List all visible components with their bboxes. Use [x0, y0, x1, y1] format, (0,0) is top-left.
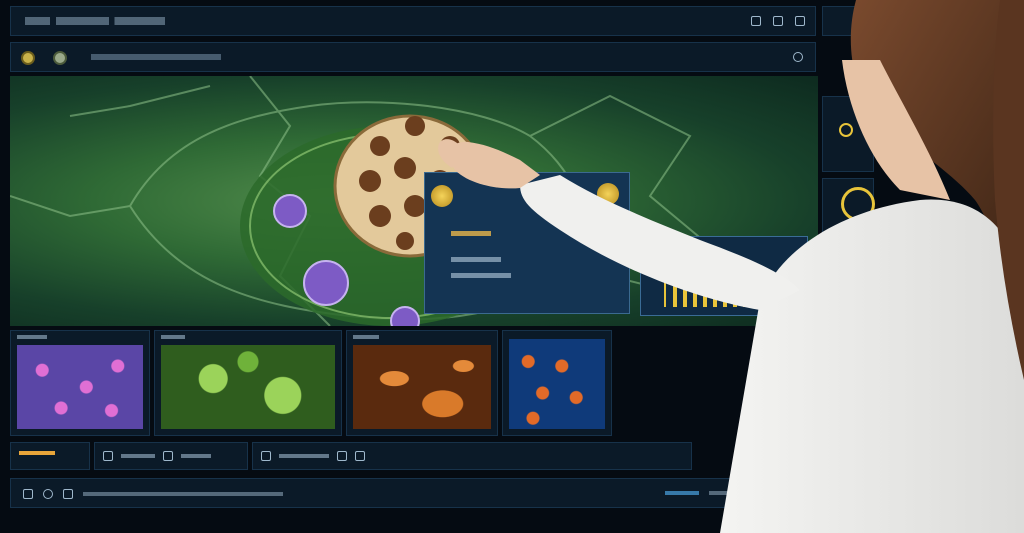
chart-bar	[753, 277, 757, 307]
thumb-blue-orange-cells	[509, 339, 605, 429]
button-label	[19, 451, 55, 455]
right-top-panel	[822, 6, 862, 36]
chart-bar	[763, 279, 767, 307]
chart-bar	[733, 277, 737, 307]
grid-icon[interactable]	[751, 16, 761, 26]
thumbnail[interactable]	[346, 330, 498, 436]
layers-icon[interactable]	[355, 451, 365, 461]
toolbar-group[interactable]	[252, 442, 692, 470]
gear-icon[interactable]	[793, 52, 803, 62]
hair	[850, 0, 1024, 300]
vesicle[interactable]	[303, 260, 349, 306]
thumbnail[interactable]	[502, 330, 612, 436]
lock-icon[interactable]	[63, 489, 73, 499]
settings-icon[interactable]	[43, 489, 53, 499]
thumb-orange-cells	[353, 345, 491, 429]
right-card[interactable]	[822, 96, 874, 172]
secondary-label	[91, 54, 221, 60]
thumb-caption	[353, 335, 379, 339]
tool-label	[181, 454, 211, 458]
home-icon[interactable]	[23, 489, 33, 499]
secondary-bar	[10, 42, 816, 72]
chart-bar	[723, 279, 727, 307]
thumbnail[interactable]	[154, 330, 342, 436]
hair-strand	[993, 0, 1024, 380]
tool-label	[121, 454, 155, 458]
popup-line	[451, 273, 511, 278]
right-card[interactable]	[822, 178, 875, 254]
card-label	[845, 237, 875, 241]
popup-label	[451, 231, 491, 236]
chart-bar	[773, 277, 777, 307]
status-text	[83, 492, 283, 496]
bar-chart	[664, 257, 787, 307]
window-icon[interactable]	[795, 16, 805, 26]
badge-icon	[597, 183, 619, 205]
thumb-green-tissue	[161, 345, 335, 429]
status-link	[665, 491, 699, 495]
chart-bar	[713, 277, 717, 307]
chart-bar	[783, 279, 787, 307]
chart-icon[interactable]	[337, 451, 347, 461]
image-icon[interactable]	[103, 451, 113, 461]
chart-bar	[683, 279, 687, 307]
status-bar	[10, 478, 766, 508]
chart-bar	[743, 279, 747, 307]
app-title	[25, 17, 165, 25]
info-popup[interactable]	[424, 172, 630, 314]
thumb-purple-cells	[17, 345, 143, 429]
chart-bar	[703, 279, 707, 307]
ring-icon	[839, 265, 873, 295]
vesicle[interactable]	[273, 194, 307, 228]
badge-icon	[431, 185, 453, 207]
ring-icon	[839, 123, 853, 137]
ring-icon	[841, 187, 875, 221]
vesicle[interactable]	[390, 306, 420, 326]
badge-icon[interactable]	[21, 51, 35, 65]
toolbar-group[interactable]	[94, 442, 248, 470]
top-bar	[10, 6, 816, 36]
thumb-caption	[17, 335, 47, 339]
tool-label	[279, 454, 329, 458]
badge-icon[interactable]	[53, 51, 67, 65]
grid-icon[interactable]	[261, 451, 271, 461]
toolbar-accent-button[interactable]	[10, 442, 90, 470]
thumbnail[interactable]	[10, 330, 150, 436]
status-text	[709, 491, 751, 495]
bar-chart-card[interactable]	[640, 236, 808, 316]
thumb-caption	[161, 335, 185, 339]
chart-bar	[673, 277, 677, 307]
right-card[interactable]	[822, 260, 874, 300]
chart-bar	[693, 277, 697, 307]
layers-icon[interactable]	[163, 451, 173, 461]
image-icon[interactable]	[773, 16, 783, 26]
popup-line	[451, 257, 501, 262]
